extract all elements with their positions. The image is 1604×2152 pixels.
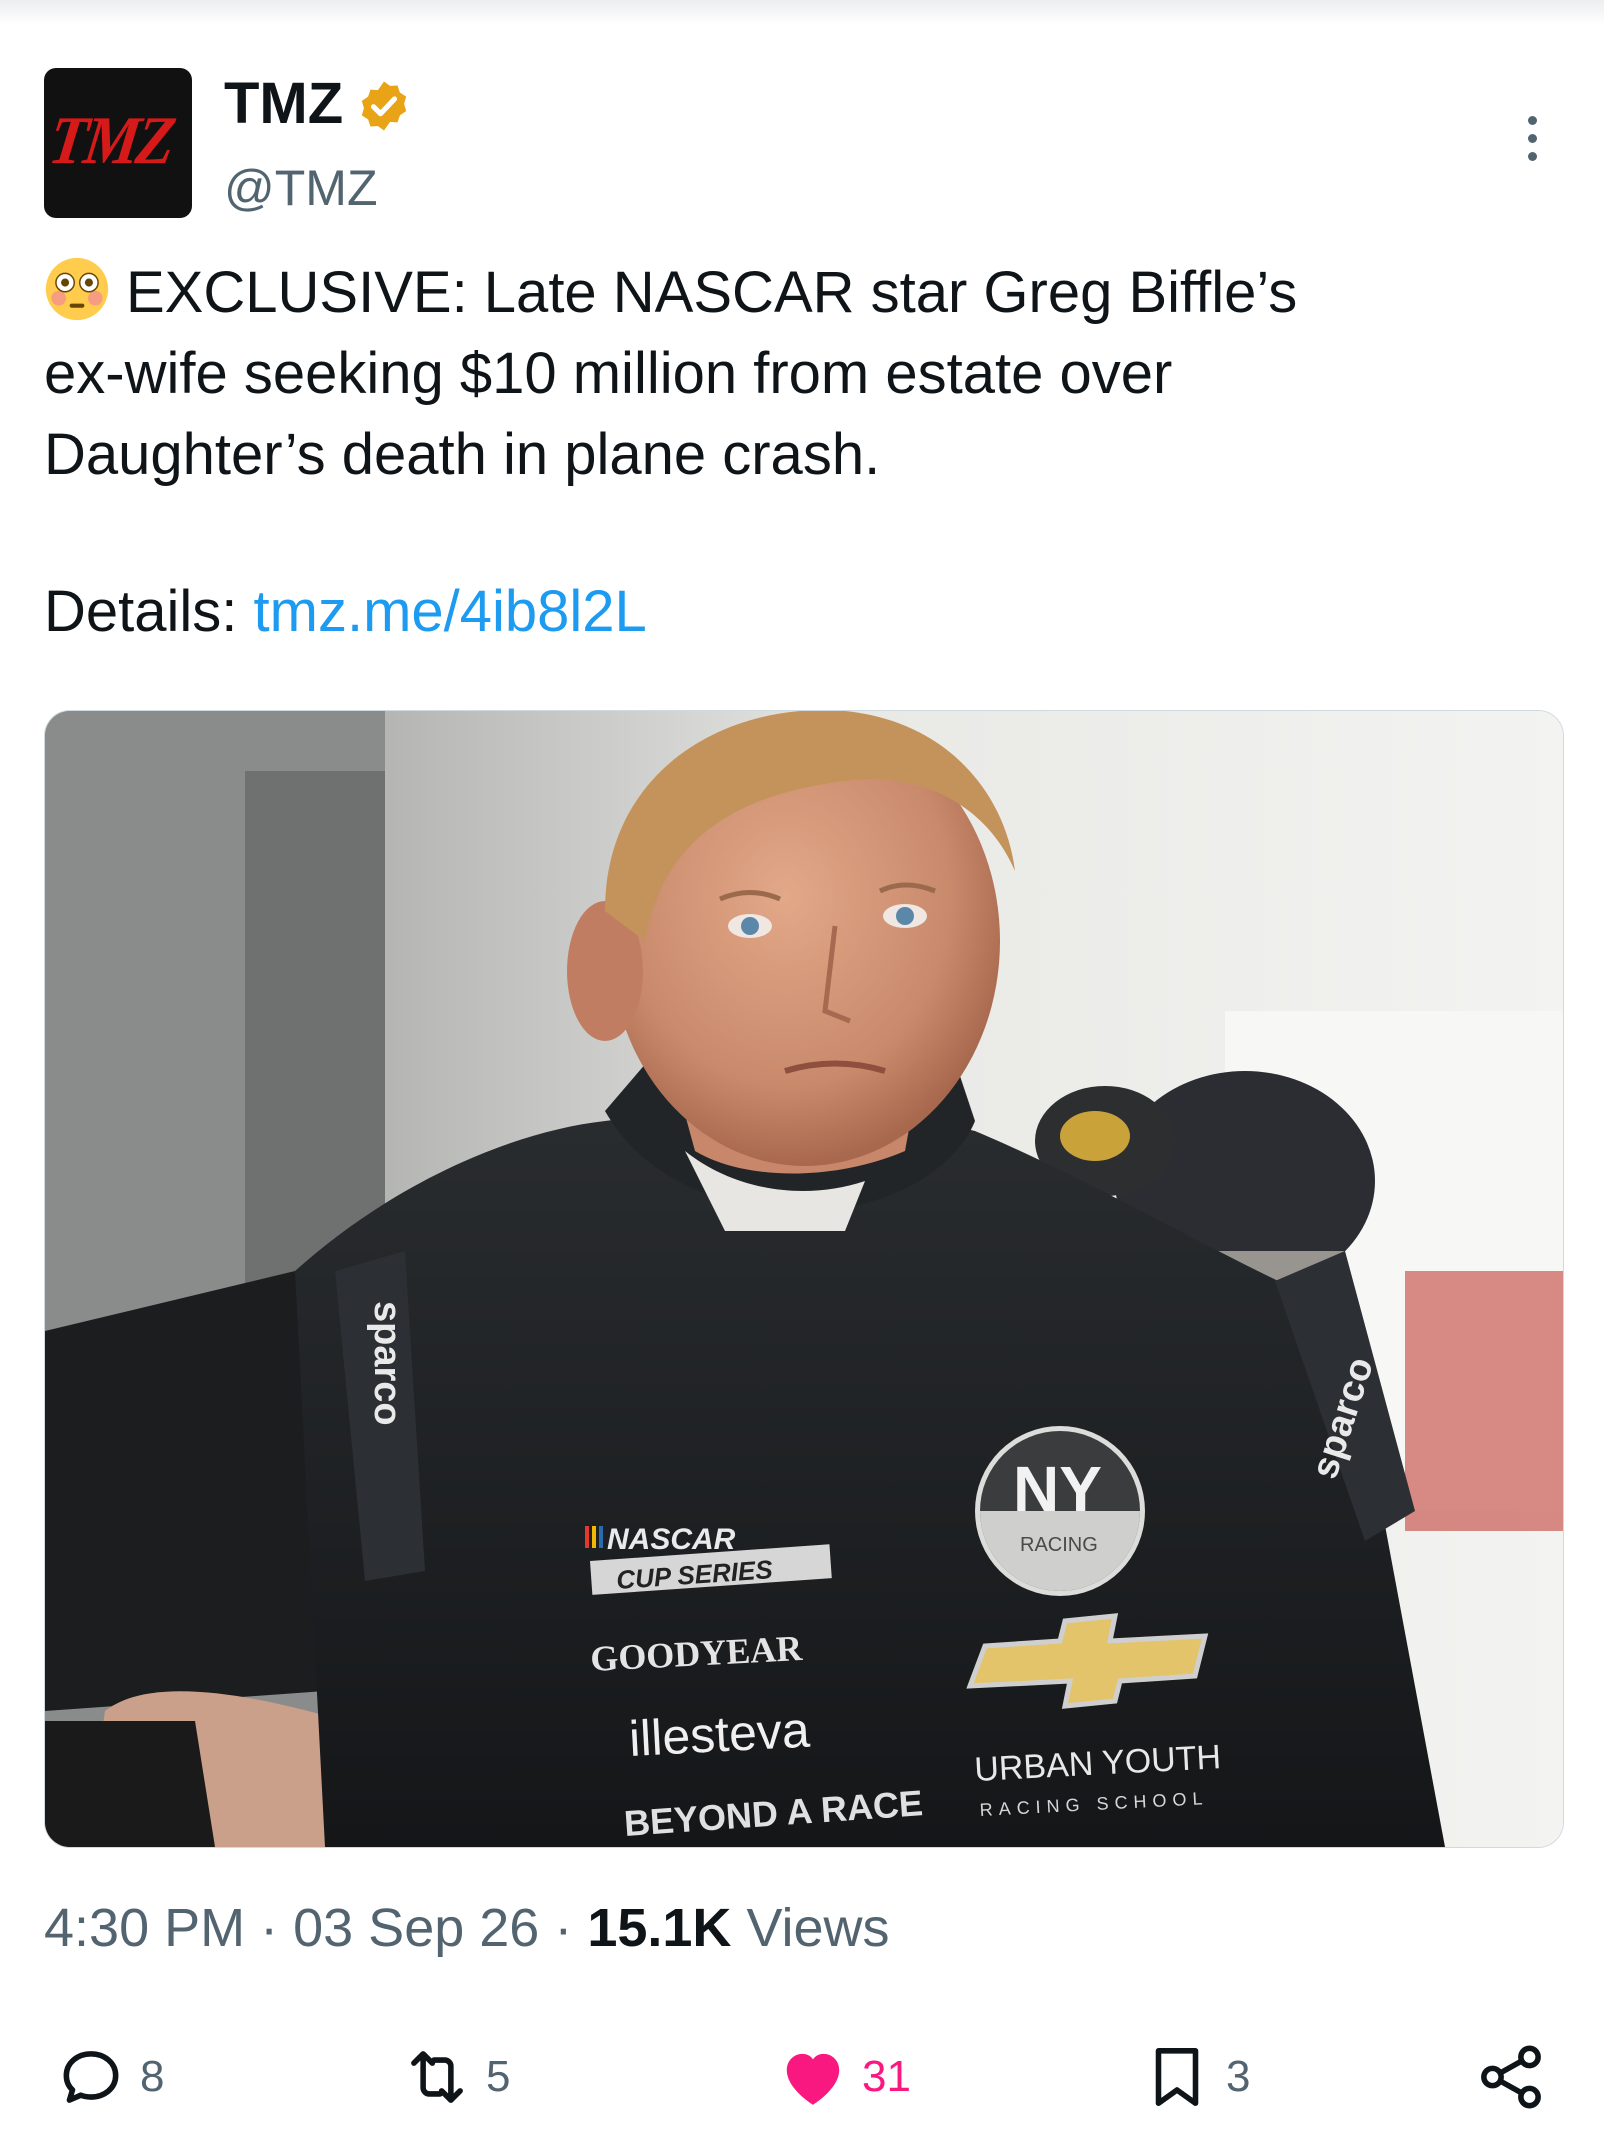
reply-button[interactable]: 8	[54, 2042, 164, 2112]
article-link[interactable]: tmz.me/4ib8l2L	[254, 579, 647, 644]
avatar-logo: TMZ	[44, 103, 178, 179]
bookmark-icon	[1155, 2048, 1199, 2106]
bookmark-count: 3	[1226, 2052, 1251, 2101]
share-icon	[1481, 2045, 1541, 2109]
tweet-line-3: Daughter’s death in plane crash.	[44, 422, 881, 487]
tweet-date[interactable]: 03 Sep 26	[293, 1898, 539, 1958]
verified-badge-icon	[361, 81, 407, 131]
ny-racing-text: RACING	[1020, 1534, 1098, 1556]
account-name[interactable]: TMZ	[224, 70, 343, 138]
heart-filled-icon	[786, 2053, 840, 2105]
avatar[interactable]: TMZ	[44, 68, 192, 218]
nascar-patch-text: NASCAR	[607, 1523, 736, 1556]
ny-badge-text: NY	[1013, 1453, 1102, 1525]
repost-count: 5	[486, 2052, 511, 2101]
illesteva-text: illesteva	[628, 1702, 812, 1767]
tweet-line-1: EXCLUSIVE: Late NASCAR star Greg Biffle’…	[44, 252, 1564, 333]
views-count: 15.1K	[587, 1898, 732, 1958]
details-label: Details:	[44, 579, 238, 644]
top-edge	[0, 0, 1604, 26]
photo-illustration: sparco sparco NASCAR CUP SERIES GOODYEAR…	[45, 711, 1563, 1847]
tweet-text: EXCLUSIVE: Late NASCAR star Greg Biffle’…	[44, 252, 1564, 495]
flushed-face-emoji-icon	[45, 257, 109, 321]
share-button[interactable]	[1474, 2042, 1548, 2112]
bookmark-button[interactable]: 3	[1140, 2042, 1250, 2112]
repost-icon	[411, 2051, 463, 2103]
reply-icon	[63, 2051, 119, 2103]
views-label: Views	[746, 1898, 890, 1958]
details-line: Details: tmz.me/4ib8l2L	[44, 572, 647, 652]
tweet-meta: 4:30 PM · 03 Sep 26 · 15.1K Views	[44, 1898, 890, 1958]
account-handle[interactable]: @TMZ	[224, 158, 378, 218]
reply-count: 8	[140, 2052, 165, 2101]
sparco-left-logo: sparco	[366, 1301, 408, 1426]
like-button[interactable]: 31	[776, 2042, 911, 2112]
repost-button[interactable]: 5	[400, 2042, 510, 2112]
tweet-time[interactable]: 4:30 PM	[44, 1898, 245, 1958]
like-count: 31	[862, 2052, 911, 2101]
tweet-line-2: ex-wife seeking $10 million from estate …	[44, 341, 1173, 406]
more-options-icon[interactable]	[1512, 116, 1552, 176]
tweet-photo[interactable]: sparco sparco NASCAR CUP SERIES GOODYEAR…	[44, 710, 1564, 1848]
